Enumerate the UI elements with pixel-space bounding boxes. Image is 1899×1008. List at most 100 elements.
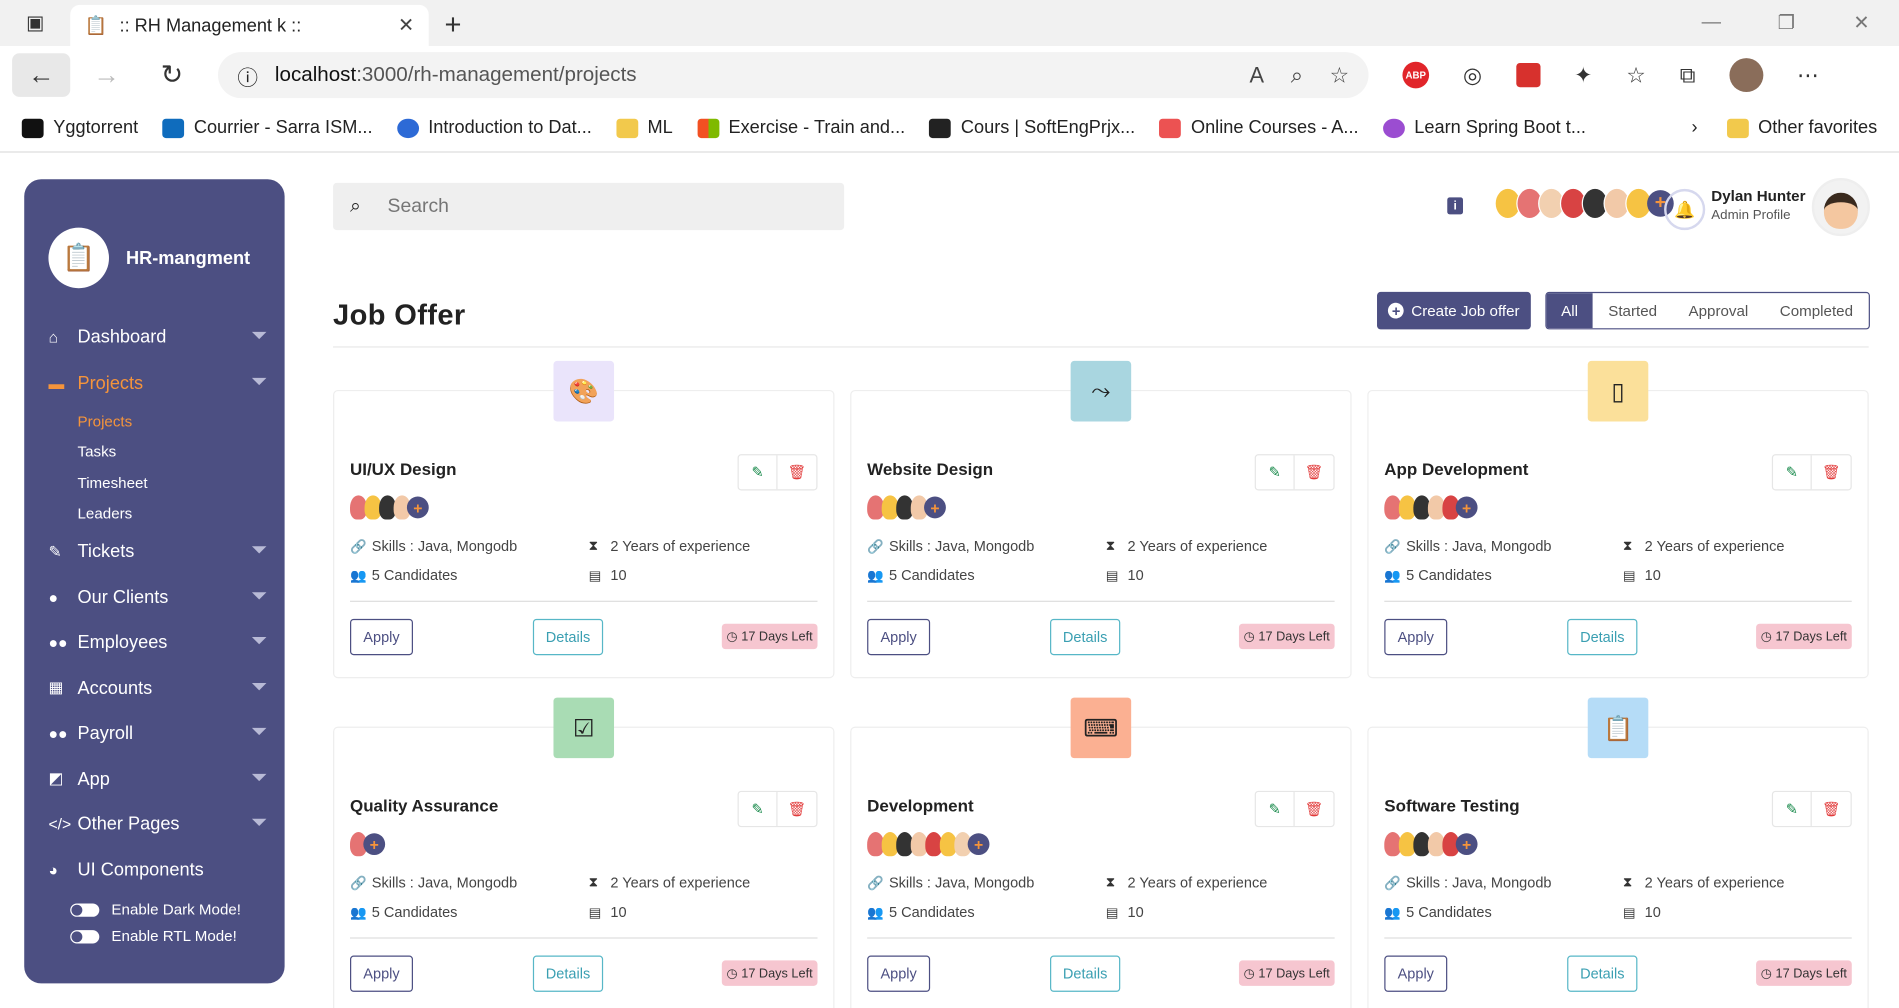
add-candidate-icon[interactable]: +	[924, 496, 946, 519]
details-button[interactable]: Details	[1050, 618, 1121, 656]
bookmark-item[interactable]: Yggtorrent	[21, 117, 138, 138]
browser-tab[interactable]: 📋 :: RH Management k :: ✕	[70, 4, 429, 47]
favorites-icon[interactable]: ☆	[1626, 62, 1646, 87]
extensions-icon[interactable]: ✦	[1574, 62, 1592, 87]
candidate-avatars[interactable]: +	[1384, 495, 1478, 520]
bookmark-item[interactable]: Introduction to Dat...	[396, 117, 592, 138]
comments-row: ▤ 10	[588, 566, 627, 584]
apply-button[interactable]: Apply	[867, 955, 931, 992]
sidebar-item-app[interactable]: ◩ App	[48, 756, 267, 801]
delete-icon[interactable]: 🗑	[1295, 792, 1334, 826]
candidate-avatars[interactable]: +	[867, 832, 990, 857]
details-button[interactable]: Details	[1050, 955, 1121, 992]
collections-icon[interactable]: ⧉	[1680, 62, 1696, 87]
bell-icon[interactable]: 🔔	[1664, 188, 1706, 231]
search-input[interactable]	[387, 195, 751, 218]
close-tab-icon[interactable]: ✕	[398, 13, 414, 37]
rtl-mode-toggle[interactable]: Enable RTL Mode!	[70, 923, 241, 950]
edit-icon[interactable]: ✎	[739, 455, 778, 490]
tab-completed[interactable]: Completed	[1764, 293, 1869, 328]
new-tab-button[interactable]: +	[429, 5, 477, 46]
extension-red-icon[interactable]	[1515, 62, 1541, 88]
bookmark-item[interactable]: ML	[616, 117, 673, 138]
maximize-button[interactable]: ❐	[1749, 0, 1824, 46]
apply-button[interactable]: Apply	[867, 618, 931, 656]
bookmark-item[interactable]: Exercise - Train and...	[696, 117, 905, 138]
delete-icon[interactable]: 🗑	[1295, 455, 1334, 489]
tab-started[interactable]: Started	[1592, 293, 1672, 328]
chevron-right-icon[interactable]: ›	[1691, 117, 1697, 138]
zoom-icon[interactable]: ⌕	[1291, 62, 1303, 87]
minimize-button[interactable]: —	[1674, 0, 1749, 46]
bookmark-item[interactable]: Learn Spring Boot t...	[1382, 117, 1586, 138]
sidebar-item-payroll[interactable]: ●● Payroll	[48, 711, 267, 756]
sidebar-item-clients[interactable]: ● Our Clients	[48, 575, 267, 620]
apply-button[interactable]: Apply	[350, 618, 413, 656]
apply-button[interactable]: Apply	[350, 955, 413, 992]
info-icon[interactable]: i	[1447, 197, 1464, 215]
more-icon[interactable]: ⋯	[1797, 62, 1819, 87]
dark-mode-toggle[interactable]: Enable Dark Mode!	[70, 896, 241, 923]
address-bar[interactable]: ⓘ localhost:3000/rh-management/projects …	[217, 52, 1369, 99]
bookmark-item[interactable]: Cours | SoftEngPrjx...	[929, 117, 1135, 138]
tab-approval[interactable]: Approval	[1673, 293, 1764, 328]
back-button[interactable]: ←	[12, 53, 71, 97]
edit-icon[interactable]: ✎	[1256, 792, 1295, 826]
adblock-icon[interactable]: ABP	[1402, 61, 1430, 89]
edit-icon[interactable]: ✎	[1773, 455, 1812, 490]
add-candidate-icon[interactable]: +	[967, 833, 990, 856]
sidebar-sub-tasks[interactable]: Tasks	[78, 437, 267, 468]
caret-down-icon	[251, 546, 267, 554]
refresh-button[interactable]: ↻	[143, 53, 201, 97]
details-button[interactable]: Details	[532, 618, 604, 656]
candidate-avatars[interactable]: +	[1384, 832, 1478, 857]
create-job-offer-button[interactable]: + Create Job offer	[1377, 291, 1531, 330]
extension-icon[interactable]: ◎	[1463, 62, 1482, 87]
team-avatars[interactable]: +	[1494, 187, 1674, 220]
edit-icon[interactable]: ✎	[739, 792, 778, 826]
sidebar-sub-projects[interactable]: Projects	[78, 406, 267, 437]
favorite-add-icon[interactable]: ☆	[1330, 62, 1350, 87]
sidebar-item-projects[interactable]: ▬ Projects	[48, 360, 267, 405]
tab-actions-icon[interactable]: ▣	[0, 0, 70, 46]
delete-icon[interactable]: 🗑	[1812, 455, 1851, 489]
other-favorites[interactable]: Other favorites	[1726, 117, 1877, 138]
forward-button[interactable]: →	[78, 53, 136, 97]
avatar[interactable]	[1811, 178, 1870, 237]
toggle-switch[interactable]	[70, 902, 100, 917]
candidate-avatars[interactable]: +	[867, 495, 946, 520]
edit-icon[interactable]: ✎	[1256, 455, 1295, 490]
sidebar-item-accounts[interactable]: ▦ Accounts	[48, 665, 267, 710]
sidebar-item-tickets[interactable]: ✎ Tickets	[48, 529, 267, 574]
bookmark-item[interactable]: Courrier - Sarra ISM...	[162, 117, 373, 138]
close-window-button[interactable]: ✕	[1824, 0, 1899, 46]
sidebar-sub-timesheet[interactable]: Timesheet	[78, 467, 267, 498]
apply-button[interactable]: Apply	[1384, 618, 1448, 656]
details-button[interactable]: Details	[1567, 955, 1638, 992]
candidate-avatars[interactable]: +	[350, 832, 386, 857]
profile-avatar[interactable]	[1729, 58, 1764, 93]
sidebar-item-ui-components[interactable]: ◕ UI Components	[48, 847, 266, 892]
add-candidate-icon[interactable]: +	[406, 496, 429, 519]
delete-icon[interactable]: 🗑	[1812, 792, 1851, 826]
delete-icon[interactable]: 🗑	[778, 455, 817, 489]
tab-all[interactable]: All	[1546, 293, 1593, 329]
details-button[interactable]: Details	[1567, 618, 1638, 656]
candidate-avatars[interactable]: +	[350, 495, 429, 520]
info-icon[interactable]: ⓘ	[237, 60, 258, 90]
edit-icon[interactable]: ✎	[1773, 792, 1812, 826]
delete-icon[interactable]: 🗑	[778, 792, 817, 826]
bookmark-item[interactable]: Online Courses - A...	[1159, 117, 1359, 138]
read-aloud-icon[interactable]: A	[1250, 62, 1265, 87]
add-candidate-icon[interactable]: +	[1455, 496, 1478, 519]
user-profile[interactable]: Dylan Hunter Admin Profile	[1711, 188, 1805, 223]
add-candidate-icon[interactable]: +	[363, 833, 386, 856]
apply-button[interactable]: Apply	[1384, 955, 1448, 992]
toggle-switch[interactable]	[70, 929, 100, 943]
sidebar-item-employees[interactable]: ●● Employees	[48, 620, 267, 665]
sidebar-sub-leaders[interactable]: Leaders	[78, 498, 267, 529]
sidebar-item-other-pages[interactable]: </> Other Pages	[48, 802, 267, 847]
details-button[interactable]: Details	[532, 955, 604, 992]
sidebar-item-dashboard[interactable]: ⌂ Dashboard	[48, 315, 267, 360]
add-candidate-icon[interactable]: +	[1455, 833, 1478, 856]
